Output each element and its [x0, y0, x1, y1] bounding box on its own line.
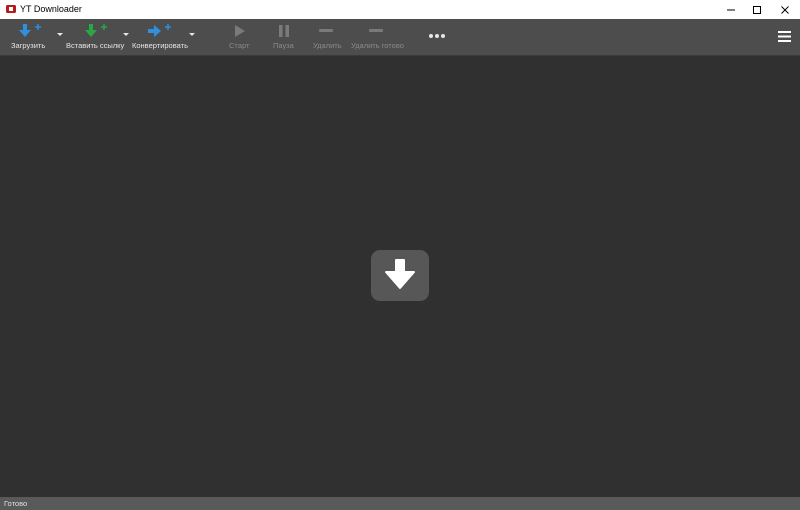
status-bar: Готово — [0, 497, 800, 510]
close-icon — [781, 5, 789, 14]
window-title: YT Downloader — [20, 4, 82, 14]
convert-label: Конвертировать — [132, 41, 188, 50]
app-icon — [6, 5, 16, 13]
download-button[interactable]: Загрузить — [8, 19, 48, 55]
status-text: Готово — [4, 499, 28, 508]
download-arrow-icon — [385, 259, 415, 289]
toolbar: Загрузить Вставить ссылку Конвертировать… — [0, 19, 800, 56]
close-button[interactable] — [772, 0, 798, 19]
download-dropdown-icon[interactable] — [57, 33, 63, 36]
ellipsis-icon — [429, 34, 445, 38]
convert-dropdown-icon[interactable] — [189, 33, 195, 36]
play-icon — [235, 25, 245, 37]
download-add-icon — [19, 24, 41, 37]
maximize-button[interactable] — [744, 0, 770, 19]
paste-add-icon — [85, 24, 107, 37]
title-bar: YT Downloader — [0, 0, 800, 19]
delete-done-button[interactable]: Удалить готово — [350, 19, 404, 55]
delete-button[interactable]: Удалить — [311, 19, 343, 55]
pause-icon — [279, 25, 289, 37]
download-list-area[interactable] — [0, 56, 800, 497]
minimize-button[interactable] — [718, 0, 744, 19]
maximize-icon — [753, 5, 761, 14]
minus-icon — [319, 29, 333, 32]
convert-button[interactable]: Конвертировать — [131, 19, 188, 55]
pause-button[interactable]: Пауза — [271, 19, 297, 55]
delete-done-label: Удалить готово — [351, 41, 404, 50]
paste-link-label: Вставить ссылку — [66, 41, 125, 50]
convert-add-icon — [148, 24, 171, 37]
menu-button[interactable] — [776, 19, 794, 55]
more-button[interactable] — [426, 19, 448, 55]
minus-done-icon — [369, 29, 383, 32]
empty-state-download-badge — [371, 250, 429, 301]
download-label: Загрузить — [11, 41, 46, 50]
delete-label: Удалить — [313, 41, 342, 50]
start-button[interactable]: Старт — [226, 19, 252, 55]
pause-label: Пауза — [273, 41, 294, 50]
hamburger-icon — [778, 31, 791, 42]
start-label: Старт — [229, 41, 250, 50]
paste-link-dropdown-icon[interactable] — [123, 33, 129, 36]
minimize-icon — [727, 9, 735, 10]
paste-link-button[interactable]: Вставить ссылку — [64, 19, 125, 55]
